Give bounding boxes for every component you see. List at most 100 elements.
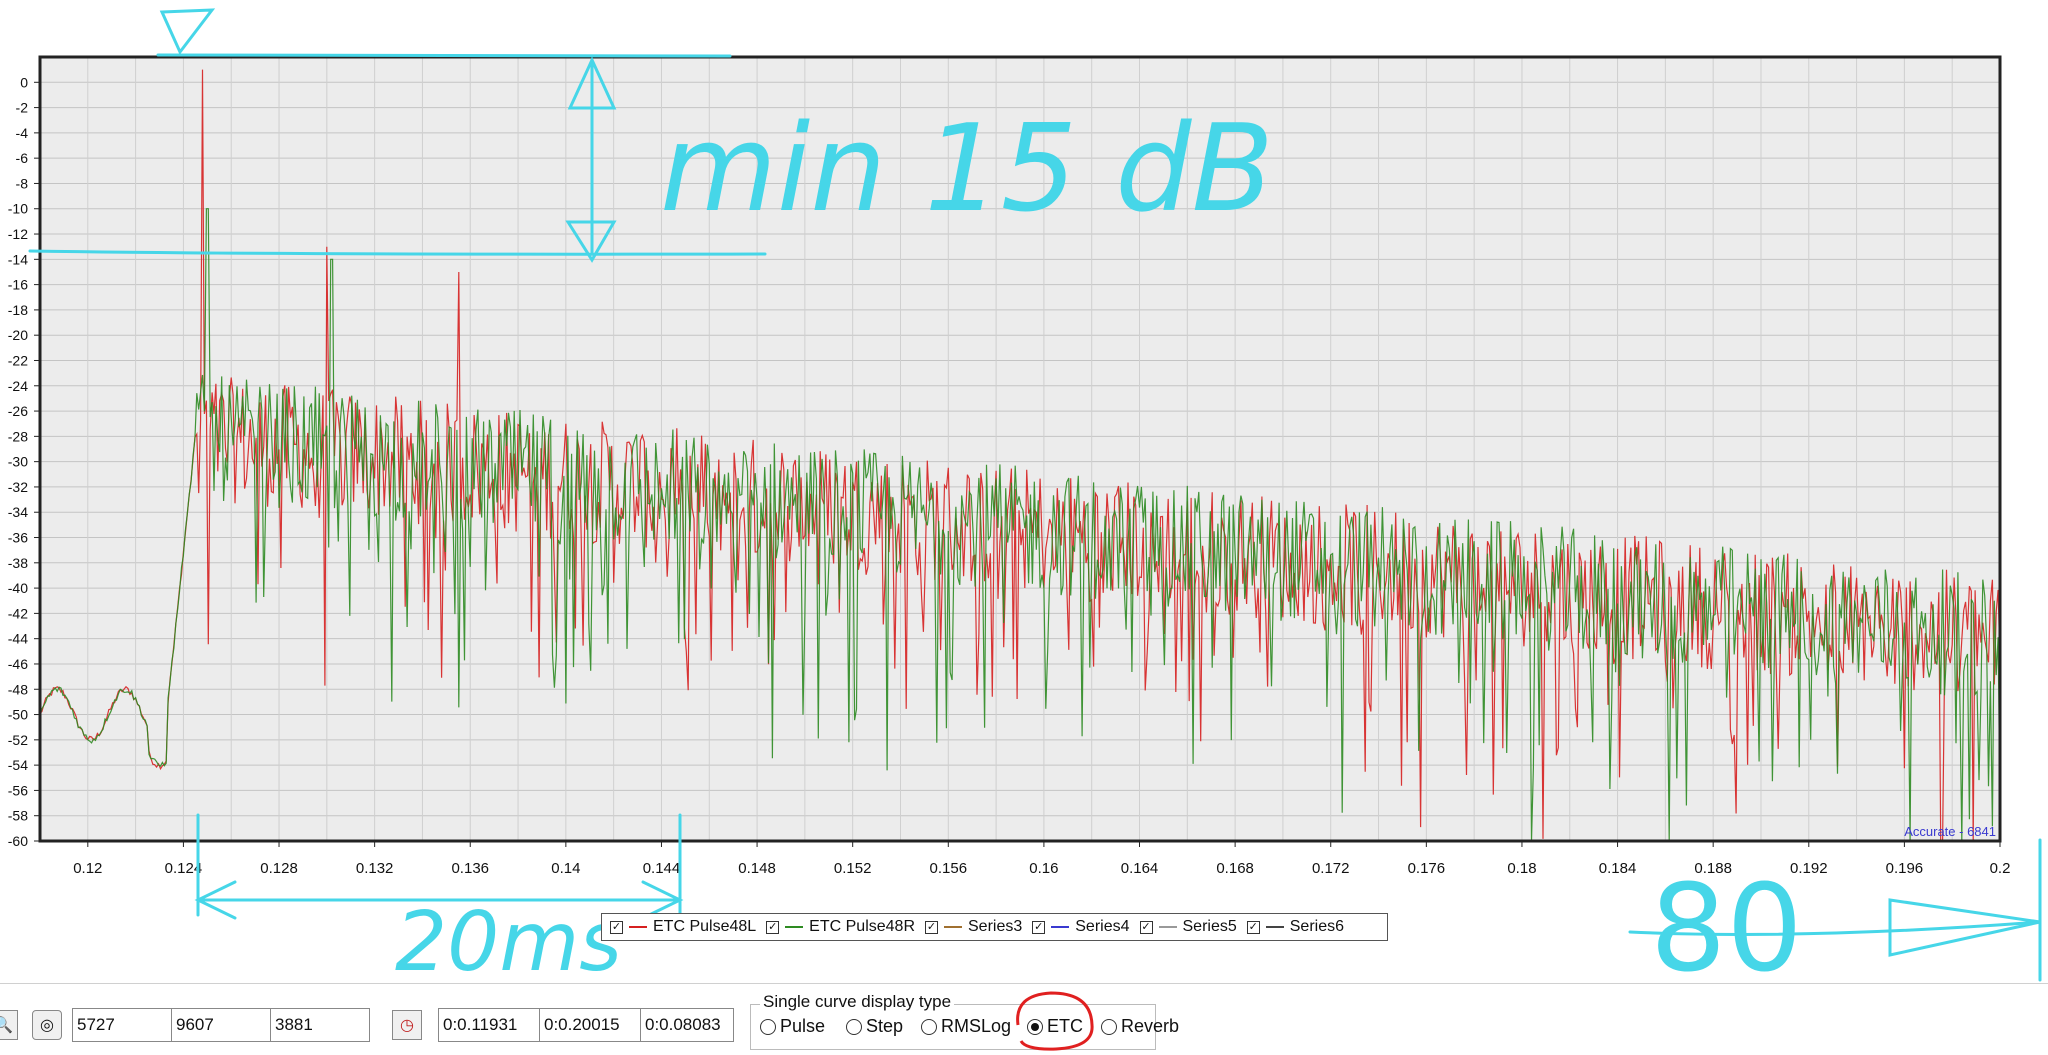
y-tick-label: -10: [8, 201, 28, 217]
legend-item[interactable]: ✓ ETC Pulse48L: [610, 918, 756, 936]
radio-dot: [846, 1018, 862, 1035]
value-field-3[interactable]: 3881: [270, 1008, 370, 1042]
ms-annotation: 20ms: [395, 895, 622, 982]
legend: ✓ ETC Pulse48L ✓ ETC Pulse48R ✓ Series3 ✓ Serie…: [601, 913, 1388, 941]
y-tick-label: -44: [8, 631, 28, 647]
x-tick-label: 0.152: [834, 860, 872, 877]
radio-reverb[interactable]: Reverb: [1101, 1016, 1179, 1037]
x-tick-label: 0.12: [73, 860, 102, 877]
value-field-1[interactable]: 5727: [72, 1008, 172, 1042]
x-tick-label: 0.16: [1029, 860, 1058, 877]
min-db-annotation: min 15 dB: [660, 100, 1274, 239]
y-tick-label: -18: [8, 302, 28, 318]
accurate-label: Accurate - 6841: [1904, 824, 1996, 839]
x-tick-label: 0.18: [1507, 860, 1536, 877]
y-tick-label: -34: [8, 504, 28, 520]
y-tick-label: -4: [16, 125, 29, 141]
legend-label: Series4: [1075, 918, 1130, 935]
legend-item[interactable]: ✓ ETC Pulse48R: [766, 918, 915, 936]
x-tick-label: 0.168: [1216, 860, 1254, 877]
y-tick-label: -20: [8, 327, 28, 343]
y-tick-label: -2: [16, 100, 29, 116]
x-tick-label: 0.148: [738, 860, 776, 877]
legend-label: ETC Pulse48L: [653, 918, 757, 935]
peak-marker: [159, 8, 216, 55]
legend-swatch: [1158, 926, 1177, 928]
y-tick-label: -58: [8, 808, 28, 824]
y-tick-label: -38: [8, 555, 28, 571]
display-type-title: Single curve display type: [760, 992, 955, 1012]
legend-swatch: [785, 926, 804, 928]
peak-line: [156, 53, 732, 58]
radio-dot: [760, 1018, 776, 1035]
clock-icon[interactable]: ◷: [392, 1010, 422, 1040]
y-tick-label: -22: [8, 352, 28, 368]
legend-checkbox[interactable]: ✓: [610, 920, 623, 934]
legend-swatch: [944, 926, 962, 928]
legend-item[interactable]: ✓ Series5: [1139, 918, 1237, 936]
legend-label: Series3: [968, 918, 1023, 935]
x-tick-label: 0.172: [1312, 860, 1350, 877]
y-tick-label: -24: [8, 378, 28, 394]
value-field-2[interactable]: 9607: [171, 1008, 271, 1042]
y-tick-label: -28: [8, 428, 28, 444]
x-tick-label: 0.196: [1886, 860, 1924, 877]
x-tick-label: 0.128: [260, 860, 298, 877]
radio-dot: [921, 1018, 937, 1035]
span-annotation: 80: [1650, 860, 1803, 982]
legend-item[interactable]: ✓ Series3: [925, 918, 1022, 936]
x-tick-label: 0.164: [1121, 860, 1159, 877]
legend-item[interactable]: ✓ Series6: [1246, 918, 1344, 936]
x-tick-label: 0.14: [551, 860, 580, 877]
legend-checkbox[interactable]: ✓: [766, 920, 780, 934]
legend-swatch: [1265, 926, 1284, 928]
y-tick-label: 0: [20, 74, 28, 90]
legend-label: Series5: [1182, 918, 1237, 935]
y-tick-label: -52: [8, 732, 28, 748]
legend-swatch: [1051, 926, 1070, 928]
x-tick-label: 0.176: [1408, 860, 1446, 877]
x-tick-label: 0.144: [643, 860, 681, 877]
legend-checkbox[interactable]: ✓: [925, 920, 938, 934]
y-tick-label: -60: [8, 833, 28, 849]
x-tick-label: 0.184: [1599, 860, 1637, 877]
y-tick-label: -48: [8, 681, 28, 697]
y-tick-label: -16: [8, 277, 28, 293]
etc-highlight-circle: [1016, 991, 1094, 1051]
time-field-span[interactable]: 0:0.08083: [640, 1008, 734, 1042]
time-field-start[interactable]: 0:0.11931: [438, 1008, 540, 1042]
y-tick-label: -50: [8, 707, 28, 723]
legend-item[interactable]: ✓ Series4: [1032, 918, 1130, 936]
radio-step[interactable]: Step: [846, 1016, 903, 1037]
chart: 0 -2 -4 -6 -8 -10 -12 -14 -16 -18 -20 -22 -24 -26 -28 -…: [8, 8, 2042, 982]
y-tick-label: -36: [8, 530, 28, 546]
radio-pulse[interactable]: Pulse: [760, 1016, 825, 1037]
y-tick-label: -46: [8, 656, 28, 672]
x-tick-label: 0.132: [356, 860, 394, 877]
y-tick-label: -12: [8, 226, 28, 242]
y-tick-label: -32: [8, 479, 28, 495]
y-axis: 0 -2 -4 -6 -8 -10 -12 -14 -16 -18 -20 -22 -24 -26 -28 -…: [8, 74, 40, 849]
legend-swatch: [629, 926, 647, 928]
x-tick-label: 0.156: [930, 860, 968, 877]
legend-label: Series6: [1289, 918, 1344, 935]
legend-checkbox[interactable]: ✓: [1139, 920, 1153, 934]
y-tick-label: -8: [16, 175, 29, 191]
x-tick-label: 0.2: [1990, 860, 2011, 877]
y-tick-label: -30: [8, 454, 28, 470]
legend-label: ETC Pulse48R: [809, 918, 915, 935]
zoom-icon[interactable]: 🔍: [0, 1010, 18, 1040]
radio-rmslog[interactable]: RMSLog: [921, 1016, 1011, 1037]
y-tick-label: -6: [16, 150, 29, 166]
y-tick-label: -56: [8, 782, 28, 798]
time-field-end[interactable]: 0:0.20015: [539, 1008, 641, 1042]
target-icon[interactable]: ◎: [32, 1010, 62, 1040]
y-tick-label: -14: [8, 251, 28, 267]
legend-checkbox[interactable]: ✓: [1246, 920, 1260, 934]
toolbar-divider: [0, 983, 2048, 984]
x-tick-label: 0.136: [451, 860, 489, 877]
y-tick-label: -40: [8, 580, 28, 596]
legend-checkbox[interactable]: ✓: [1032, 920, 1046, 934]
y-tick-label: -42: [8, 605, 28, 621]
y-tick-label: -54: [8, 757, 28, 773]
